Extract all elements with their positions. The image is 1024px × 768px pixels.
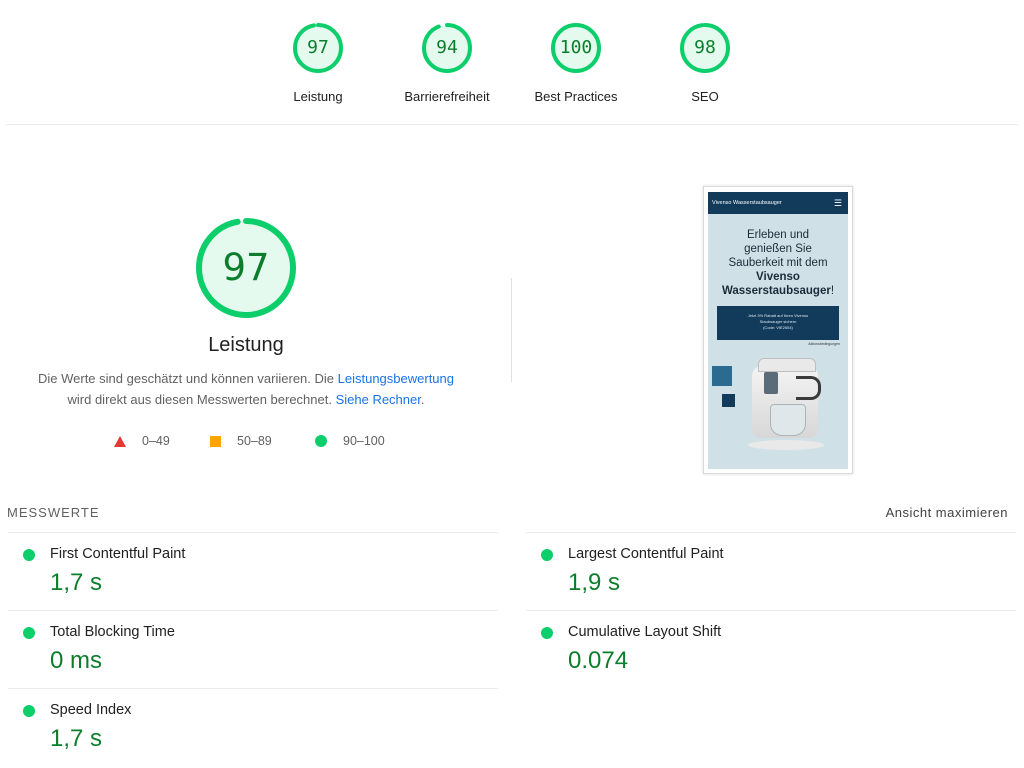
vertical-divider: [511, 278, 512, 382]
circle-icon: [315, 435, 327, 447]
gauge-ring: 97: [290, 20, 346, 76]
divider: [6, 124, 1018, 125]
gauge-label: Leistung: [293, 89, 343, 104]
metric-first-contentful-paint: First Contentful Paint 1,7 s: [8, 532, 498, 610]
gauge-ring: 100: [548, 20, 604, 76]
metric-label: Total Blocking Time: [50, 624, 175, 640]
legend-pass: 90–100: [315, 432, 385, 450]
gauge-leistung[interactable]: 97 Leistung: [263, 20, 373, 104]
final-screenshot[interactable]: Vivenso Wasserstaubsauger ☰ Erleben und …: [703, 186, 853, 474]
promo-note: Aktionsbedingungen: [808, 342, 840, 346]
score-summary: 97 Leistung 94 Barrierefreiheit 100 Best…: [0, 0, 1024, 125]
gauge-score: 98: [694, 37, 716, 58]
pass-circle-icon: [23, 549, 35, 561]
desc-text: Die Werte sind geschätzt und können vari…: [37, 371, 338, 386]
pass-circle-icon: [23, 705, 35, 717]
performance-score: 97: [222, 246, 270, 289]
vacuum-shadow: [748, 440, 824, 450]
promo-line: Jetzt 3% Rabatt auf Ihren Vivenso: [747, 313, 809, 318]
vacuum-bowl: [770, 404, 806, 436]
hero-heading: Erleben und genießen Sie Sauberkeit mit …: [708, 228, 848, 298]
gauge-seo[interactable]: 98 SEO: [650, 20, 760, 104]
metric-largest-contentful-paint: Largest Contentful Paint 1,9 s: [526, 532, 1016, 610]
rechner-link[interactable]: Siehe Rechner: [336, 392, 421, 407]
hero-section: Erleben und genießen Sie Sauberkeit mit …: [708, 214, 848, 469]
gauge-label: Barrierefreiheit: [404, 89, 490, 104]
legend-range: 50–89: [237, 434, 272, 448]
metric-value: 1,9 s: [568, 569, 621, 596]
gauge-label: SEO: [691, 89, 719, 104]
gauge-best-practices[interactable]: 100 Best Practices: [521, 20, 631, 104]
hero-line: Sauberkeit mit dem: [728, 257, 828, 269]
performance-description: Die Werte sind geschätzt und können vari…: [26, 368, 466, 410]
metric-cumulative-layout-shift: Cumulative Layout Shift 0.074: [526, 610, 1016, 688]
vacuum-lid: [758, 358, 816, 372]
decor-square: [722, 394, 735, 407]
leistungsbewertung-link[interactable]: Leistungsbewertung: [338, 371, 454, 386]
gauge-ring: 94: [419, 20, 475, 76]
vacuum-panel: [764, 372, 778, 394]
pass-circle-icon: [541, 627, 553, 639]
promo-box: Jetzt 3% Rabatt auf Ihren Vivenso Staubs…: [717, 306, 839, 340]
hero-product: Wasserstaubsauger: [721, 285, 831, 297]
gauge-score: 100: [559, 37, 593, 58]
metric-speed-index: Speed Index 1,7 s: [8, 688, 498, 766]
hero-line: !: [830, 285, 835, 297]
expand-view-toggle[interactable]: Ansicht maximieren: [886, 505, 1008, 520]
site-title: Vivenso Wasserstaubsauger: [712, 200, 782, 206]
desc-text: .: [420, 392, 425, 407]
hero-line: Erleben und: [746, 229, 810, 241]
legend-average: 50–89: [210, 432, 272, 450]
triangle-icon: [114, 435, 126, 447]
gauge-label: Best Practices: [534, 89, 618, 104]
vacuum-hose: [796, 376, 821, 400]
legend-range: 0–49: [142, 434, 170, 448]
legend-fail: 0–49: [114, 432, 170, 450]
decor-square: [712, 366, 732, 386]
metric-value: 0.074: [568, 647, 629, 674]
metrics-heading: MESSWERTE: [7, 505, 100, 520]
metric-value: 1,7 s: [50, 725, 103, 752]
metric-value: 0 ms: [50, 647, 103, 674]
metric-label: Cumulative Layout Shift: [568, 624, 722, 640]
performance-title: Leistung: [208, 334, 284, 356]
gauge-score: 94: [436, 37, 458, 58]
promo-line: (Code: VIE2654): [763, 325, 793, 330]
pass-circle-icon: [541, 549, 553, 561]
hero-brand: Vivenso: [756, 271, 800, 283]
metric-label: First Contentful Paint: [50, 546, 186, 562]
pass-circle-icon: [23, 627, 35, 639]
gauge-barrierefreiheit[interactable]: 94 Barrierefreiheit: [392, 20, 502, 104]
performance-gauge: 97: [193, 215, 299, 321]
hamburger-menu-icon: ☰: [833, 198, 842, 208]
metric-label: Largest Contentful Paint: [568, 546, 724, 562]
site-header: Vivenso Wasserstaubsauger ☰: [708, 192, 848, 214]
hero-line: genießen Sie: [744, 243, 812, 255]
metric-value: 1,7 s: [50, 569, 103, 596]
desc-text: wird direkt aus diesen Messwerten berech…: [67, 392, 336, 407]
metric-total-blocking-time: Total Blocking Time 0 ms: [8, 610, 498, 688]
gauge-ring: 98: [677, 20, 733, 76]
promo-line: Staubsauger sichern: [759, 319, 797, 324]
gauge-score: 97: [307, 37, 329, 58]
legend-range: 90–100: [343, 434, 385, 448]
metric-label: Speed Index: [50, 702, 132, 718]
square-icon: [210, 435, 221, 447]
